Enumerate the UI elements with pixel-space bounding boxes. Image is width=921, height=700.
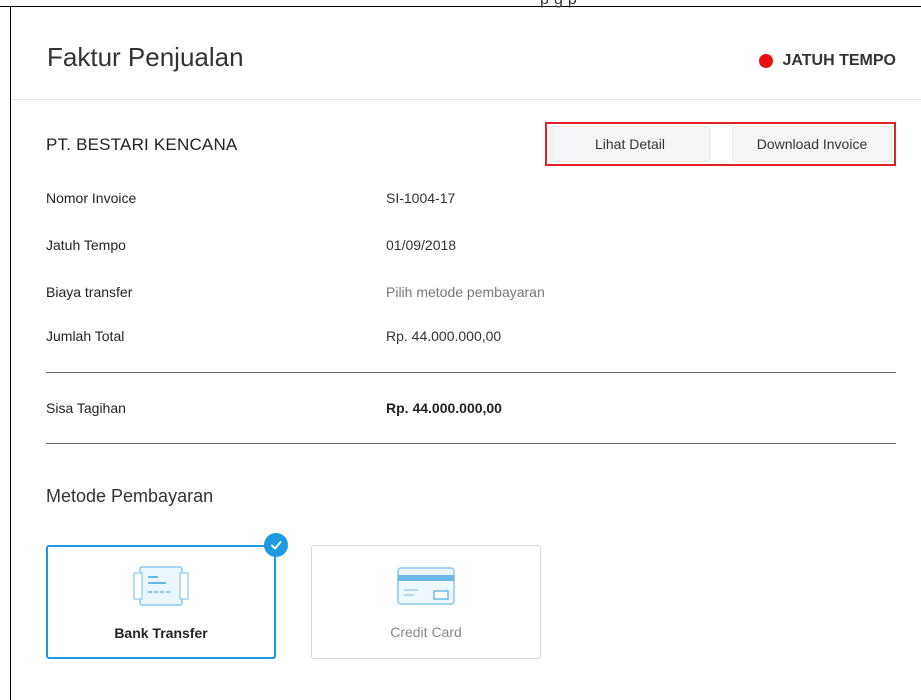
credit-card-icon	[396, 564, 456, 613]
credit-card-option[interactable]: Credit Card	[311, 545, 541, 659]
invoice-number-label: Nomor Invoice	[46, 190, 137, 206]
total-amount-value: Rp. 44.000.000,00	[386, 328, 502, 344]
selected-check-icon	[264, 533, 288, 557]
credit-card-label: Credit Card	[390, 624, 462, 640]
bank-transfer-option[interactable]: Bank Transfer	[46, 545, 276, 659]
page-title: Faktur Penjualan	[47, 42, 244, 72]
status-badge: JATUH TEMPO	[758, 52, 896, 70]
due-date-value: 01/09/2018	[386, 237, 457, 253]
transfer-fee-label: Biaya transfer	[46, 284, 133, 300]
transfer-fee-value: Pilih metode pembayaran	[386, 284, 545, 300]
remaining-balance-value: Rp. 44.000.000,00	[386, 400, 502, 416]
invoice-number-value: SI-1004-17	[386, 190, 456, 206]
bank-transfer-label: Bank Transfer	[114, 625, 208, 641]
view-detail-button[interactable]: Lihat Detail	[550, 126, 710, 162]
total-amount-label: Jumlah Total	[46, 328, 125, 344]
bank-transfer-icon	[132, 565, 190, 612]
status-label: JATUH TEMPO	[782, 52, 896, 69]
payment-method-title: Metode Pembayaran	[46, 486, 214, 506]
divider	[46, 372, 896, 373]
status-dot-icon	[758, 54, 773, 68]
remaining-balance-label: Sisa Tagihan	[46, 400, 126, 416]
download-invoice-button[interactable]: Download Invoice	[732, 126, 892, 162]
frame-left-border	[10, 6, 11, 700]
due-date-label: Jatuh Tempo	[46, 237, 126, 253]
company-name: PT. BESTARI KENCANA	[46, 135, 238, 154]
invoice-header: Faktur Penjualan JATUH TEMPO	[11, 7, 921, 100]
divider	[46, 443, 896, 444]
